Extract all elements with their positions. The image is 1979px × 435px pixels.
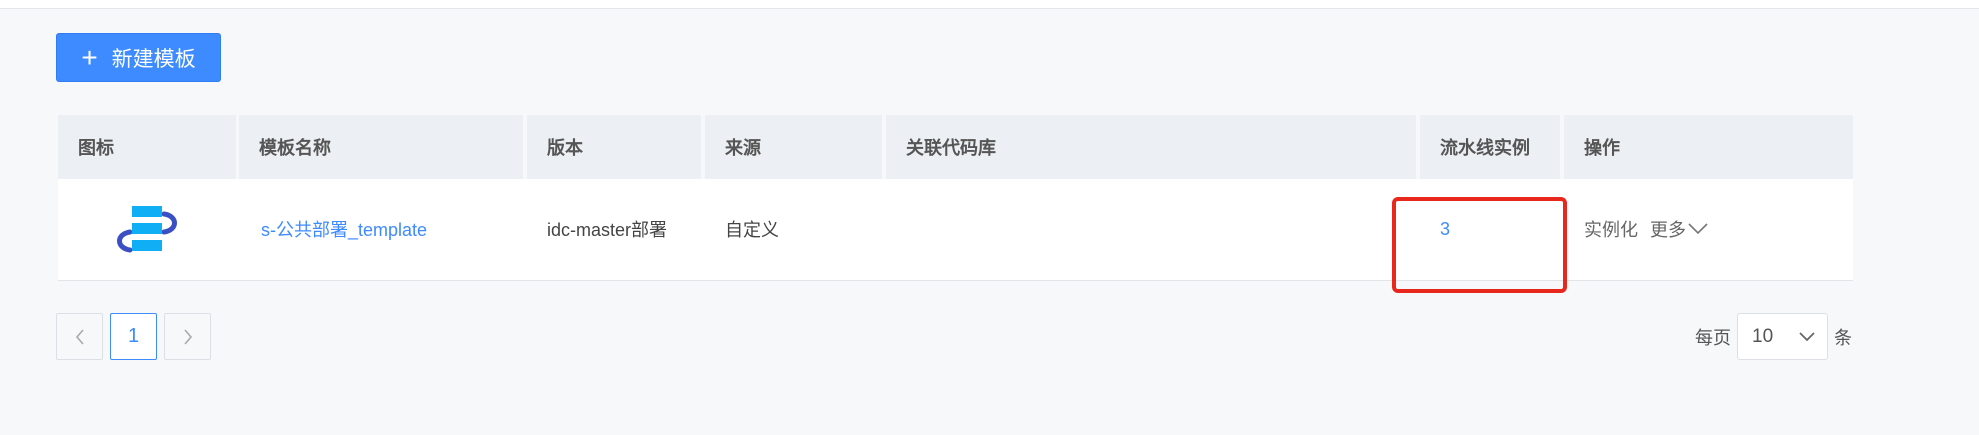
page-size-control: 每页 10 条 xyxy=(1695,313,1852,360)
page-1-button[interactable]: 1 xyxy=(110,313,157,360)
new-template-button[interactable]: + 新建模板 xyxy=(56,33,221,82)
chevron-down-icon xyxy=(1799,331,1815,341)
prev-page-button[interactable] xyxy=(56,313,103,360)
instantiate-action[interactable]: 实例化 xyxy=(1584,216,1638,242)
page-size-value: 10 xyxy=(1752,325,1774,347)
header-icon: 图标 xyxy=(58,115,236,179)
next-page-button[interactable] xyxy=(164,313,211,360)
page-size-select[interactable]: 10 xyxy=(1737,313,1828,360)
table-header: 图标 模板名称 版本 来源 关联代码库 流水线实例 操作 xyxy=(58,115,1853,179)
pipeline-template-icon xyxy=(117,206,177,253)
more-label: 更多 xyxy=(1650,220,1686,240)
chevron-down-icon xyxy=(1688,223,1708,235)
per-page-suffix: 条 xyxy=(1834,327,1852,348)
chevron-left-icon xyxy=(75,328,84,345)
row-icon-cell xyxy=(58,179,236,279)
header-repo: 关联代码库 xyxy=(886,115,1416,179)
table-row: s-公共部署_template idc-master部署 自定义 3 实例化 更… xyxy=(58,179,1853,281)
template-name-link[interactable]: s-公共部署_template xyxy=(239,179,523,279)
new-template-label: 新建模板 xyxy=(111,47,196,71)
top-divider xyxy=(0,0,1979,9)
chevron-right-icon xyxy=(183,328,192,345)
plus-icon: + xyxy=(81,41,98,73)
row-actions: 实例化 更多 xyxy=(1564,179,1853,279)
header-version: 版本 xyxy=(527,115,701,179)
more-actions-dropdown[interactable]: 更多 xyxy=(1650,216,1708,242)
template-repo xyxy=(886,179,1416,279)
header-template-name: 模板名称 xyxy=(239,115,523,179)
template-source: 自定义 xyxy=(725,220,779,240)
header-actions: 操作 xyxy=(1564,115,1853,179)
template-version: idc-master部署 xyxy=(547,220,668,240)
header-pipeline-instances: 流水线实例 xyxy=(1420,115,1560,179)
template-table: 图标 模板名称 版本 来源 关联代码库 流水线实例 操作 s-公共部署_temp… xyxy=(58,115,1853,281)
per-page-prefix: 每页 xyxy=(1695,327,1731,348)
highlight-annotation-box xyxy=(1392,197,1567,293)
header-source: 来源 xyxy=(705,115,882,179)
